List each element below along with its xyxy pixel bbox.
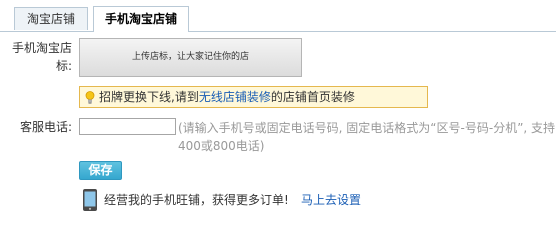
phone-hint-line2: 400或800电话) [178,139,265,153]
notice-prefix: 招牌更换下线,请到 [99,90,199,104]
notice-suffix: 的店铺首页装修 [270,90,355,104]
notice-banner: 招牌更换下线,请到无线店铺装修的店铺首页装修 [79,86,428,108]
phone-hint-line1: (请输入手机号或固定电话号码, 固定电话格式为“区号-号码-分机”, 支持 [178,121,556,135]
save-button[interactable]: 保存 [79,161,122,180]
tab-bar: 淘宝店铺 手机淘宝店铺 [0,0,556,32]
lightbulb-icon [85,91,95,104]
shop-logo-label: 手机淘宝店标: [11,41,72,73]
go-setup-link[interactable]: 马上去设置 [301,188,361,212]
service-phone-input[interactable] [79,118,176,135]
promo-text: 经营我的手机旺铺，获得更多订单! [104,193,289,207]
upload-logo-button[interactable]: 上传店标，让大家记住你的店 [79,38,302,77]
mobile-phone-icon [83,189,97,211]
tab-mobile-taobao-shop[interactable]: 手机淘宝店铺 [93,6,189,32]
service-phone-label: 客服电话: [19,120,72,134]
wireless-shop-decoration-link[interactable]: 无线店铺装修 [199,90,271,104]
tab-taobao-shop[interactable]: 淘宝店铺 [14,7,88,30]
